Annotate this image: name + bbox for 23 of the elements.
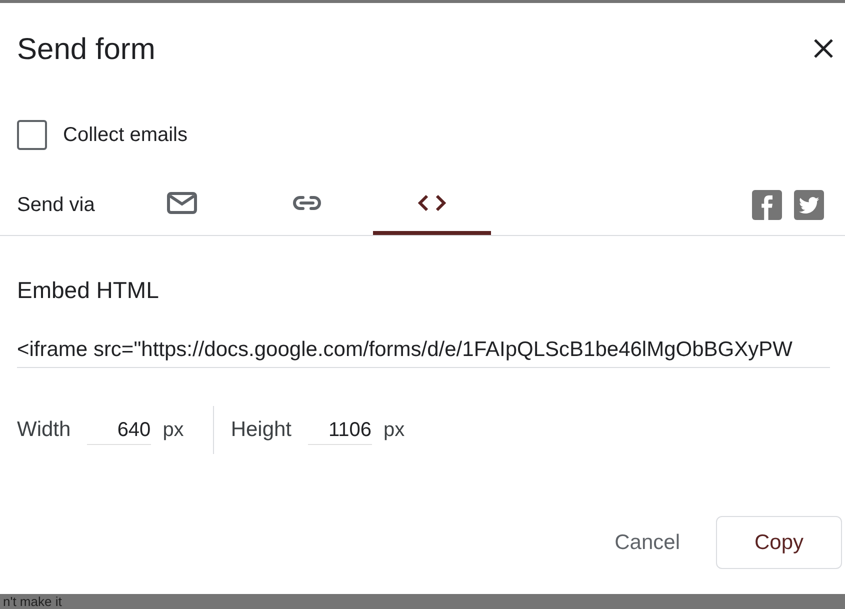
- link-icon: [292, 195, 322, 211]
- height-label: Height: [230, 417, 292, 444]
- close-icon: [813, 38, 834, 58]
- dialog-title: Send form: [17, 33, 156, 67]
- envelope-icon: [167, 192, 197, 214]
- checkbox[interactable]: [17, 120, 47, 150]
- twitter-share-button[interactable]: [794, 190, 824, 220]
- code-icon: [417, 194, 447, 212]
- twitter-icon: [794, 190, 824, 220]
- facebook-share-button[interactable]: [752, 190, 782, 220]
- width-field[interactable]: 640: [86, 415, 151, 445]
- send-via-label: Send via: [17, 193, 96, 218]
- section-heading: Embed HTML: [17, 276, 159, 304]
- embed-code-field[interactable]: <iframe src="https://docs.google.com/forms/d/e/1FAIpQLScB1be46lMgObBGXyPW: [17, 332, 830, 368]
- checkbox-label: Collect emails: [63, 123, 188, 148]
- copy-button[interactable]: Copy: [716, 516, 842, 569]
- width-label: Width: [17, 417, 71, 444]
- facebook-icon: [752, 190, 782, 220]
- close-button[interactable]: [813, 42, 834, 58]
- unit-label: px: [162, 418, 184, 443]
- background-text: n't make it: [3, 595, 62, 608]
- unit-label: px: [384, 418, 405, 443]
- height-field[interactable]: 1106: [308, 415, 372, 445]
